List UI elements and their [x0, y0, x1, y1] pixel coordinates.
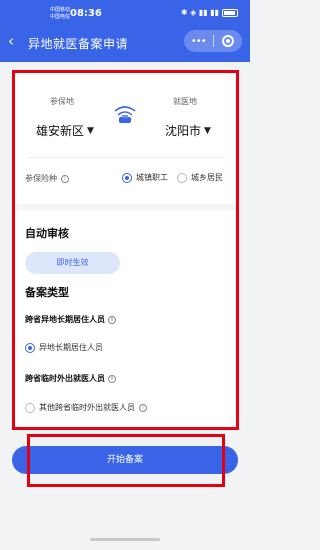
signal-icons: ✱ ◈ ▮▮ ▮▮ — [180, 8, 219, 17]
insurance-option-urban-employee[interactable]: 城镇职工 — [122, 172, 168, 183]
more-icon[interactable]: ••• — [184, 36, 213, 47]
insurance-type-label: 参保险种 i — [25, 173, 69, 184]
insured-city-value: 雄安新区 — [36, 124, 85, 138]
location-swap-icon — [114, 106, 136, 123]
chevron-down-icon: ▼ — [204, 125, 211, 136]
option-temporary-medical[interactable]: 其他跨省临时外出就医人员 i — [25, 402, 147, 413]
radio-selected-icon — [122, 172, 132, 183]
mini-program-capsule: ••• — [184, 30, 242, 52]
nav-bar: ‹ 异地就医备案申请 ••• — [0, 28, 250, 56]
insurance-option-urban-rural[interactable]: 城乡居民 — [177, 172, 223, 183]
radio-unselected-icon — [177, 172, 187, 183]
medical-city-select[interactable]: 沈阳市 ▼ — [165, 122, 211, 139]
info-icon[interactable]: i — [108, 374, 116, 383]
start-filing-button[interactable]: 开始备案 — [12, 446, 238, 474]
close-icon[interactable] — [214, 35, 243, 47]
status-time: 08:36 — [70, 8, 102, 19]
back-icon[interactable]: ‹ — [8, 32, 14, 50]
radio-unselected-icon — [25, 402, 35, 413]
temporary-medical-heading: 跨省临时外出就医人员 i — [25, 373, 116, 384]
auto-review-title: 自动审核 — [25, 227, 69, 240]
status-icons: ✱ ◈ ▮▮ ▮▮ — [181, 8, 238, 17]
insured-city-select[interactable]: 雄安新区 ▼ — [36, 122, 94, 139]
page-title: 异地就医备案申请 — [28, 37, 129, 51]
section-separator — [12, 204, 238, 210]
chevron-down-icon: ▼ — [87, 125, 94, 136]
info-icon[interactable]: i — [139, 403, 147, 412]
battery-icon — [222, 8, 238, 17]
filing-type-title: 备案类型 — [25, 286, 69, 299]
status-bar: 中国移动 中国电信 08:36 ✱ ◈ ▮▮ ▮▮ — [0, 0, 250, 24]
insured-place-label: 参保地 — [50, 97, 74, 106]
radio-selected-icon — [25, 342, 35, 353]
option-long-term-residence[interactable]: 异地长期居住人员 — [25, 342, 103, 353]
divider — [28, 157, 224, 158]
info-icon[interactable]: i — [108, 315, 116, 324]
long-term-residence-heading: 跨省异地长期居住人员 i — [25, 314, 116, 325]
info-icon[interactable]: i — [61, 174, 69, 183]
medical-city-value: 沈阳市 — [165, 124, 202, 138]
instant-effect-badge: 即时生效 — [25, 252, 120, 274]
medical-place-label: 就医地 — [173, 97, 197, 106]
carrier-info: 中国移动 中国电信 — [50, 7, 71, 20]
home-indicator — [90, 538, 160, 541]
